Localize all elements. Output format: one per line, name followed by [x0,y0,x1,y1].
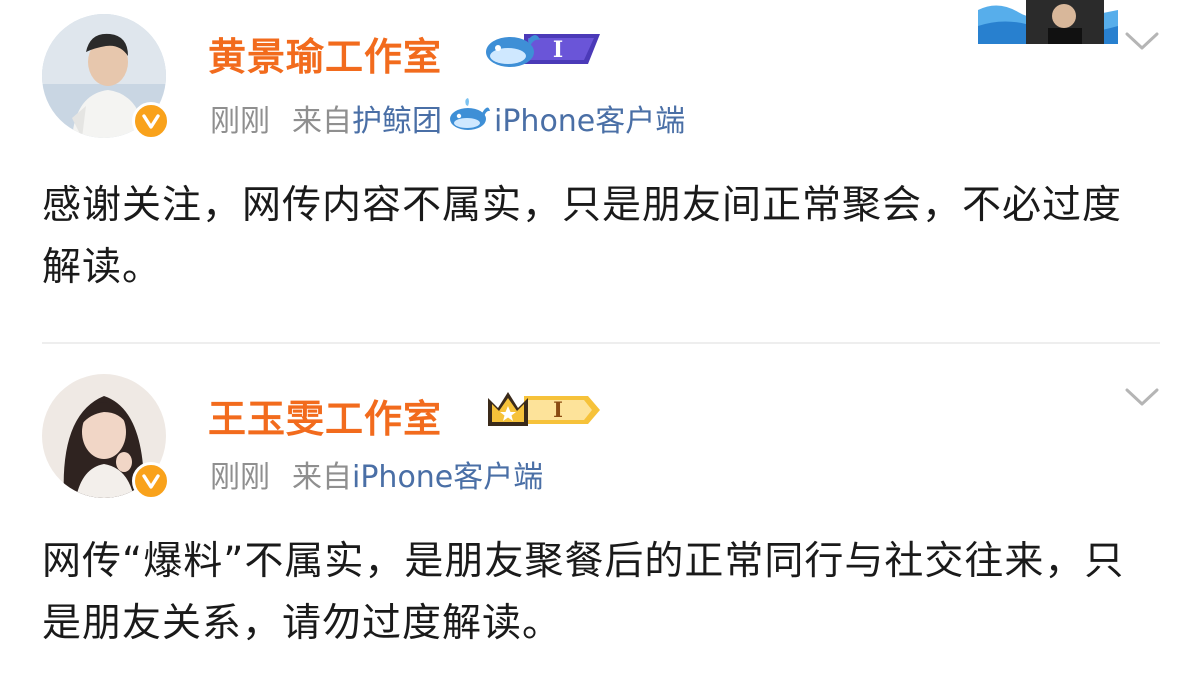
whale-icon [448,97,490,139]
crown-badge-icon[interactable]: I [484,386,606,434]
post-meta: 刚刚 来自 iPhone客户端 [210,452,543,496]
chevron-down-icon[interactable] [1124,386,1160,412]
avatar[interactable] [42,14,170,140]
source-prefix: 来自 [292,104,352,139]
post-time: 刚刚 [210,460,270,495]
svg-text:I: I [553,397,563,422]
weibo-post: 王玉雯工作室 I 刚刚 来自 iPhone客户端 网传“爆料”不属实，是朋友聚餐… [0,344,1200,691]
source-app[interactable]: iPhone客户端 [494,96,685,140]
post-meta: 刚刚 来自 护鲸团 iPhone客户端 [210,96,685,140]
verified-v-icon [132,462,170,500]
post-time: 刚刚 [210,104,270,139]
svg-text:I: I [553,37,563,63]
weibo-post: 黄景瑜工作室 I 刚刚 来自 护鲸团 iPhone客户端 感谢关注，网传内容不属… [0,0,1200,342]
source-app[interactable]: iPhone客户端 [352,452,543,496]
source-prefix: 来自 [292,460,352,495]
verified-v-icon [132,102,170,140]
author-name[interactable]: 黄景瑜工作室 [208,26,442,81]
source-client[interactable]: 护鲸团 [352,96,442,140]
whale-badge-icon[interactable]: I [484,26,604,76]
post-content: 网传“爆料”不属实，是朋友聚餐后的正常同行与社交往来，只是朋友关系，请勿过度解读… [42,539,1125,646]
chevron-down-icon[interactable] [1124,30,1160,56]
author-name[interactable]: 王玉雯工作室 [208,388,442,443]
avatar[interactable] [42,374,170,500]
post-content: 感谢关注，网传内容不属实，只是朋友间正常聚会，不必过度解读。 [42,183,1123,290]
